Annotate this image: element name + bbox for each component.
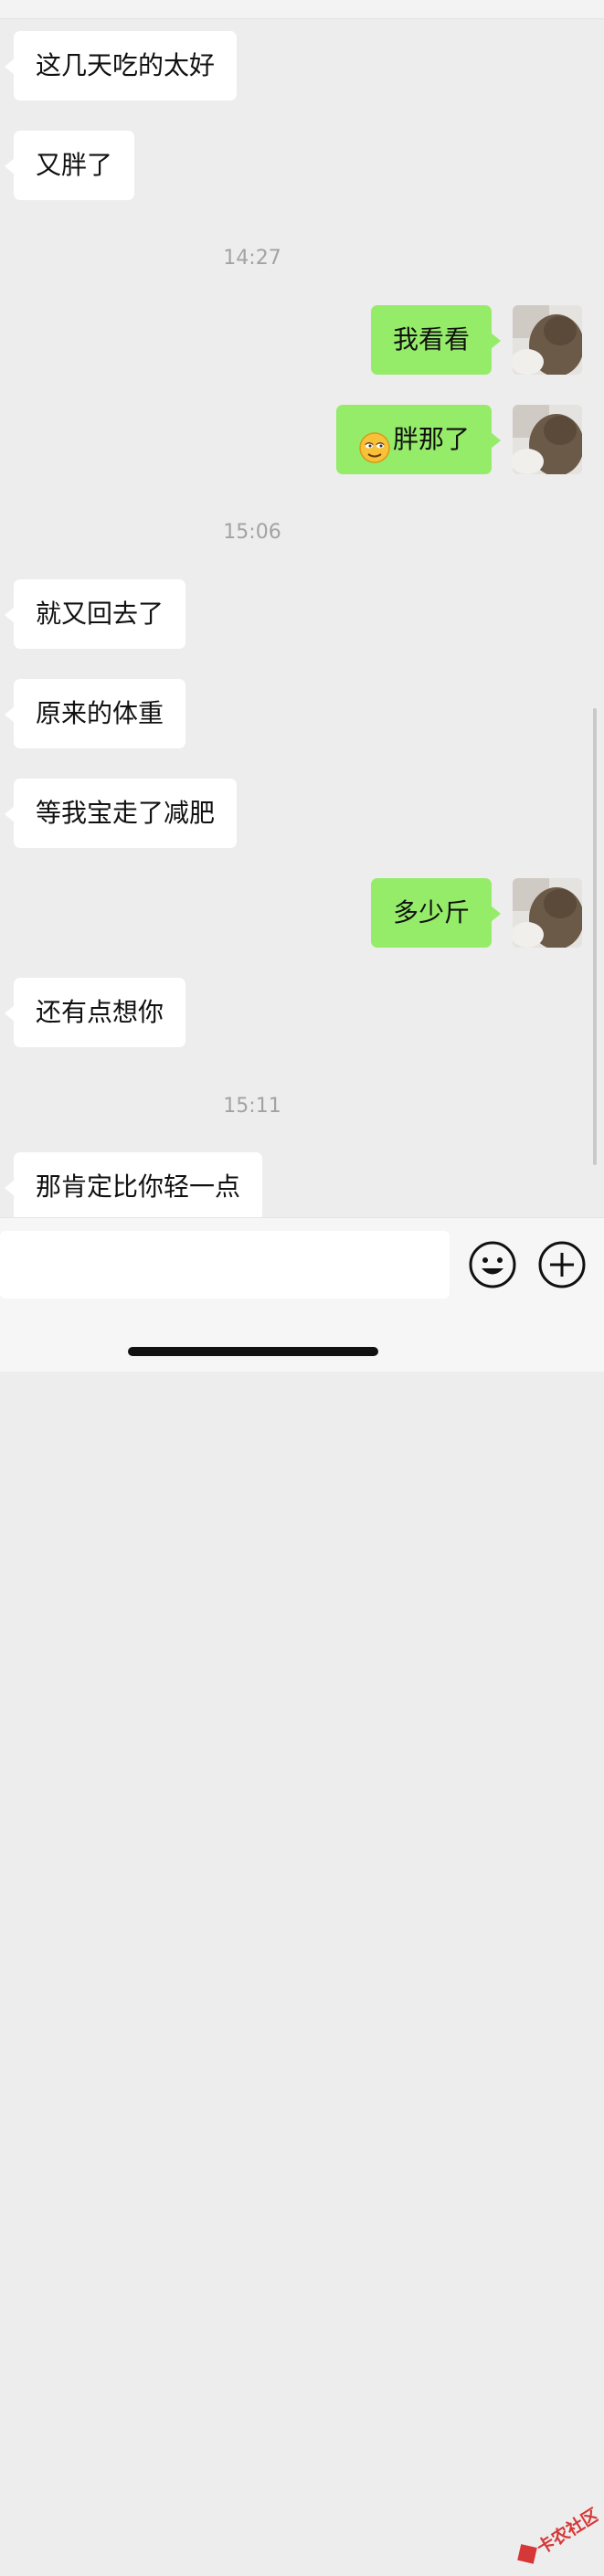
plus-button-icon[interactable] — [537, 1240, 587, 1289]
timestamp: 14:27 — [223, 247, 281, 270]
message-text: 就又回去了 — [36, 599, 164, 629]
timestamp: 15:11 — [223, 1095, 281, 1118]
avatar[interactable] — [513, 878, 582, 948]
message-text: 这几天吃的太好 — [36, 50, 216, 80]
avatar[interactable] — [513, 305, 582, 375]
avatar-image — [513, 878, 582, 948]
smirk-face-icon — [358, 421, 391, 463]
home-indicator[interactable] — [128, 1347, 378, 1356]
message-incoming[interactable]: 还有点想你 — [4, 978, 186, 1047]
scrollbar[interactable] — [593, 708, 597, 1165]
message-text: 原来的体重 — [36, 698, 164, 728]
message-incoming[interactable]: 这几天吃的太好 — [4, 31, 238, 101]
message-incoming[interactable]: 那肯定比你轻一点 — [4, 1152, 263, 1222]
message-outgoing[interactable]: 胖那了 — [335, 405, 502, 474]
emoji-button-icon[interactable] — [468, 1240, 517, 1289]
message-text: 胖那了 — [392, 424, 470, 454]
message-incoming[interactable]: 等我宝走了减肥 — [4, 779, 238, 848]
avatar-image — [513, 305, 582, 375]
timestamp: 15:06 — [223, 521, 281, 544]
message-text: 等我宝走了减肥 — [36, 798, 216, 828]
avatar-image — [513, 405, 582, 474]
avatar[interactable] — [513, 405, 582, 474]
message-outgoing[interactable]: 我看看 — [370, 305, 502, 375]
watermark-text: 卡农社区 — [533, 2504, 599, 2559]
chat-area[interactable]: 这几天吃的太好 又胖了 14:27 我看看 胖那了 15:06 就又回去了 原来… — [0, 18, 604, 1222]
message-incoming[interactable]: 原来的体重 — [4, 679, 186, 748]
watermark: 卡农社区 — [512, 2499, 603, 2572]
message-text: 还有点想你 — [36, 997, 164, 1027]
input-bar: 卡农社区 — [0, 1217, 604, 2564]
message-text: 多少斤 — [392, 897, 470, 928]
message-text: 那肯定比你轻一点 — [36, 1171, 241, 1202]
message-text: 我看看 — [392, 324, 470, 355]
message-incoming[interactable]: 就又回去了 — [4, 579, 186, 649]
message-input[interactable] — [0, 1231, 450, 1299]
message-outgoing[interactable]: 多少斤 — [370, 878, 502, 948]
top-edge — [0, 0, 604, 19]
message-incoming[interactable]: 又胖了 — [4, 131, 135, 200]
message-text: 又胖了 — [36, 150, 113, 180]
